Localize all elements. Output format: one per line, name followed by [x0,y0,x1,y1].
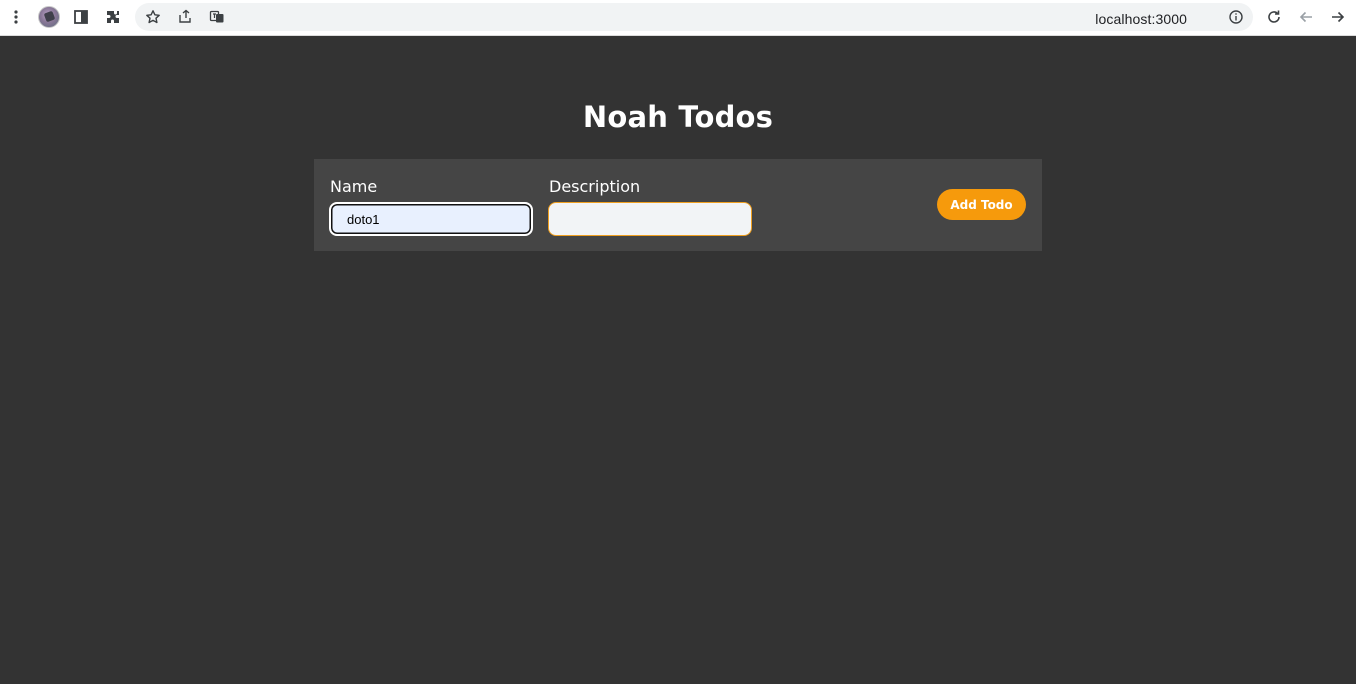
address-bar[interactable]: localhost:3000 [135,3,1253,31]
add-todo-button[interactable]: Add Todo [937,189,1026,220]
kebab-menu-icon[interactable] [3,4,29,30]
profile-avatar[interactable] [38,6,60,28]
todo-form: Name Description Add Todo [314,159,1042,251]
forward-icon[interactable] [1325,4,1351,30]
bookmark-star-icon[interactable] [140,4,166,30]
page-title: Noah Todos [582,100,774,134]
name-input[interactable] [329,202,533,236]
back-icon[interactable] [1293,4,1319,30]
name-label: Name [330,177,378,196]
description-input[interactable] [548,202,752,236]
share-icon[interactable] [172,4,198,30]
url-text: localhost:3000 [1095,11,1187,27]
site-info-icon[interactable] [1223,4,1249,30]
translate-icon[interactable] [204,4,230,30]
description-label: Description [549,177,641,196]
reload-icon[interactable] [1261,4,1287,30]
browser-toolbar: localhost:3000 [0,0,1356,36]
extensions-icon[interactable] [100,4,126,30]
side-panel-icon[interactable] [68,4,94,30]
